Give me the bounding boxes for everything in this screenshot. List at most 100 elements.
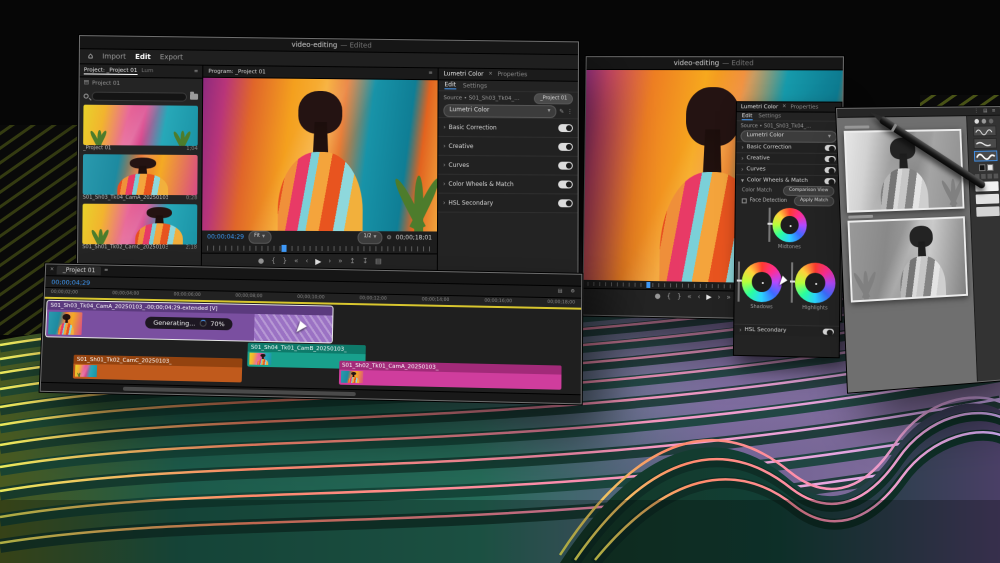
- highlights-wheel[interactable]: [795, 262, 836, 303]
- brush-preset-icon[interactable]: [989, 119, 994, 124]
- tab-properties[interactable]: Properties: [498, 71, 528, 78]
- resolution-dropdown[interactable]: 1/2 ▾: [357, 231, 382, 243]
- step-forward-icon[interactable]: »: [726, 294, 730, 301]
- next-frame-icon[interactable]: ›: [328, 258, 331, 265]
- playhead[interactable]: [282, 245, 287, 252]
- search-input[interactable]: [92, 91, 187, 101]
- tab-lumetri-truncated[interactable]: Lum: [141, 68, 153, 74]
- clip-video[interactable]: S01_Sh01_Tk02_CamC_20250103_: [73, 355, 242, 383]
- panel-menu-icon[interactable]: ≡: [194, 69, 198, 74]
- brush-preset-icon[interactable]: [982, 119, 987, 124]
- media-item[interactable]: _Project 01 1;04: [83, 105, 198, 152]
- toolbar-menu-icon[interactable]: ≡: [992, 109, 996, 114]
- close-icon[interactable]: ×: [782, 104, 786, 109]
- section-toggle[interactable]: [825, 145, 836, 151]
- section-color-wheels[interactable]: › Color Wheels & Match: [438, 174, 578, 194]
- stroke-preset[interactable]: [972, 125, 996, 136]
- section-toggle[interactable]: [558, 124, 573, 132]
- marker-icon[interactable]: ●: [655, 293, 661, 300]
- highlights-slider[interactable]: [791, 262, 793, 302]
- stroke-preset[interactable]: [973, 138, 997, 149]
- mark-out-icon[interactable]: }: [283, 258, 288, 265]
- panel-menu-icon[interactable]: ≡: [429, 71, 433, 76]
- section-toggle[interactable]: [558, 199, 573, 207]
- media-item[interactable]: S01_Sh01_Tk02_CamC_20250103_ 2;18: [82, 204, 197, 251]
- tab-program[interactable]: Program: _Project 01: [208, 68, 265, 75]
- play-icon[interactable]: ▶: [315, 258, 321, 266]
- tab-properties[interactable]: Properties: [790, 104, 818, 110]
- tab-lumetri-color[interactable]: Lumetri Color: [444, 70, 484, 77]
- section-toggle[interactable]: [823, 329, 834, 335]
- toolbar-dots-icon[interactable]: ⋮: [974, 109, 979, 114]
- tab-lumetri-color[interactable]: Lumetri Color: [741, 104, 778, 110]
- next-frame-icon[interactable]: ›: [718, 294, 721, 301]
- grid-view-icon[interactable]: ▤: [84, 80, 89, 86]
- subtab-settings[interactable]: Settings: [463, 82, 487, 89]
- section-toggle[interactable]: [824, 167, 835, 173]
- tool-icon[interactable]: [993, 174, 998, 179]
- stroke-preset-selected[interactable]: [973, 150, 997, 161]
- midtones-wheel[interactable]: [772, 208, 807, 243]
- playhead[interactable]: [646, 282, 650, 288]
- scrubber[interactable]: [207, 246, 432, 252]
- comparison-view-button[interactable]: Comparison View: [783, 186, 835, 197]
- tab-import[interactable]: Import: [102, 52, 126, 60]
- shadows-wheel[interactable]: [742, 262, 783, 303]
- section-creative[interactable]: › Creative: [736, 152, 841, 164]
- step-back-icon[interactable]: «: [294, 258, 298, 265]
- marker-icon[interactable]: ●: [258, 258, 264, 265]
- photo-frame-1[interactable]: [844, 129, 965, 213]
- prev-frame-icon[interactable]: ‹: [698, 294, 701, 301]
- shadows-slider[interactable]: [738, 261, 740, 301]
- toolbar-grid-icon[interactable]: ▤: [983, 109, 987, 114]
- section-toggle[interactable]: [558, 162, 573, 170]
- prev-frame-icon[interactable]: ‹: [305, 258, 308, 265]
- apply-match-button[interactable]: Apply Match: [794, 196, 834, 207]
- section-toggle[interactable]: [558, 180, 573, 188]
- section-creative[interactable]: › Creative: [438, 136, 577, 156]
- play-icon[interactable]: ▶: [706, 294, 711, 301]
- mark-out-icon[interactable]: }: [677, 293, 682, 300]
- layer-thumbnail[interactable]: [976, 206, 1000, 217]
- preset-dropdown[interactable]: Lumetri Color ▾: [740, 130, 837, 143]
- timeline-settings-icon[interactable]: ⚙: [571, 290, 576, 295]
- tab-sequence[interactable]: _Project 01: [57, 266, 102, 276]
- tab-project[interactable]: Project: _Project 01: [84, 67, 138, 75]
- source-project-button[interactable]: _Project 01: [534, 93, 573, 104]
- section-hsl-secondary[interactable]: › HSL Secondary: [734, 324, 839, 337]
- settings-wrench-icon[interactable]: ⚙: [386, 235, 391, 241]
- step-forward-icon[interactable]: »: [338, 258, 342, 265]
- export-frame-icon[interactable]: ▤: [375, 258, 382, 265]
- section-toggle[interactable]: [825, 156, 836, 162]
- auto-icon[interactable]: ✎: [559, 109, 564, 115]
- tool-icon[interactable]: [987, 174, 992, 179]
- media-item[interactable]: S01_Sh03_Tk04_CamA_20250103_ 0;28: [83, 154, 198, 201]
- title-bar[interactable]: video-editing — Edited: [587, 57, 843, 70]
- background-color-swatch[interactable]: [987, 164, 994, 171]
- snap-icon[interactable]: ▤: [558, 289, 563, 294]
- layer-thumbnail[interactable]: [975, 194, 999, 204]
- step-back-icon[interactable]: «: [687, 294, 691, 301]
- section-basic-correction[interactable]: › Basic Correction: [736, 141, 841, 153]
- section-toggle[interactable]: [824, 178, 835, 184]
- home-icon[interactable]: ⌂: [88, 52, 93, 60]
- reset-icon[interactable]: ⋮: [567, 109, 573, 115]
- mark-in-icon[interactable]: {: [271, 258, 276, 265]
- preset-dropdown[interactable]: Lumetri Color ▾: [443, 104, 556, 117]
- clip-video[interactable]: S01_Sh02_Tk01_CamA_20250103_: [338, 361, 561, 390]
- section-curves[interactable]: › Curves: [438, 155, 578, 175]
- fit-dropdown[interactable]: Fit ▾: [248, 231, 271, 244]
- tool-icon[interactable]: [981, 174, 986, 179]
- section-hsl-secondary[interactable]: › HSL Secondary: [438, 193, 578, 213]
- section-basic-correction[interactable]: › Basic Correction: [438, 117, 577, 137]
- lift-icon[interactable]: ↥: [349, 258, 355, 265]
- brush-preset-icon[interactable]: [974, 119, 979, 124]
- tab-edit[interactable]: Edit: [135, 53, 151, 61]
- face-detection-checkbox[interactable]: [742, 198, 747, 203]
- foreground-color-swatch[interactable]: [978, 164, 985, 171]
- close-icon[interactable]: ×: [488, 72, 492, 77]
- mark-in-icon[interactable]: {: [667, 293, 672, 300]
- midtones-slider[interactable]: [768, 208, 770, 242]
- photo-frame-2[interactable]: [847, 216, 968, 302]
- tab-export[interactable]: Export: [160, 53, 183, 61]
